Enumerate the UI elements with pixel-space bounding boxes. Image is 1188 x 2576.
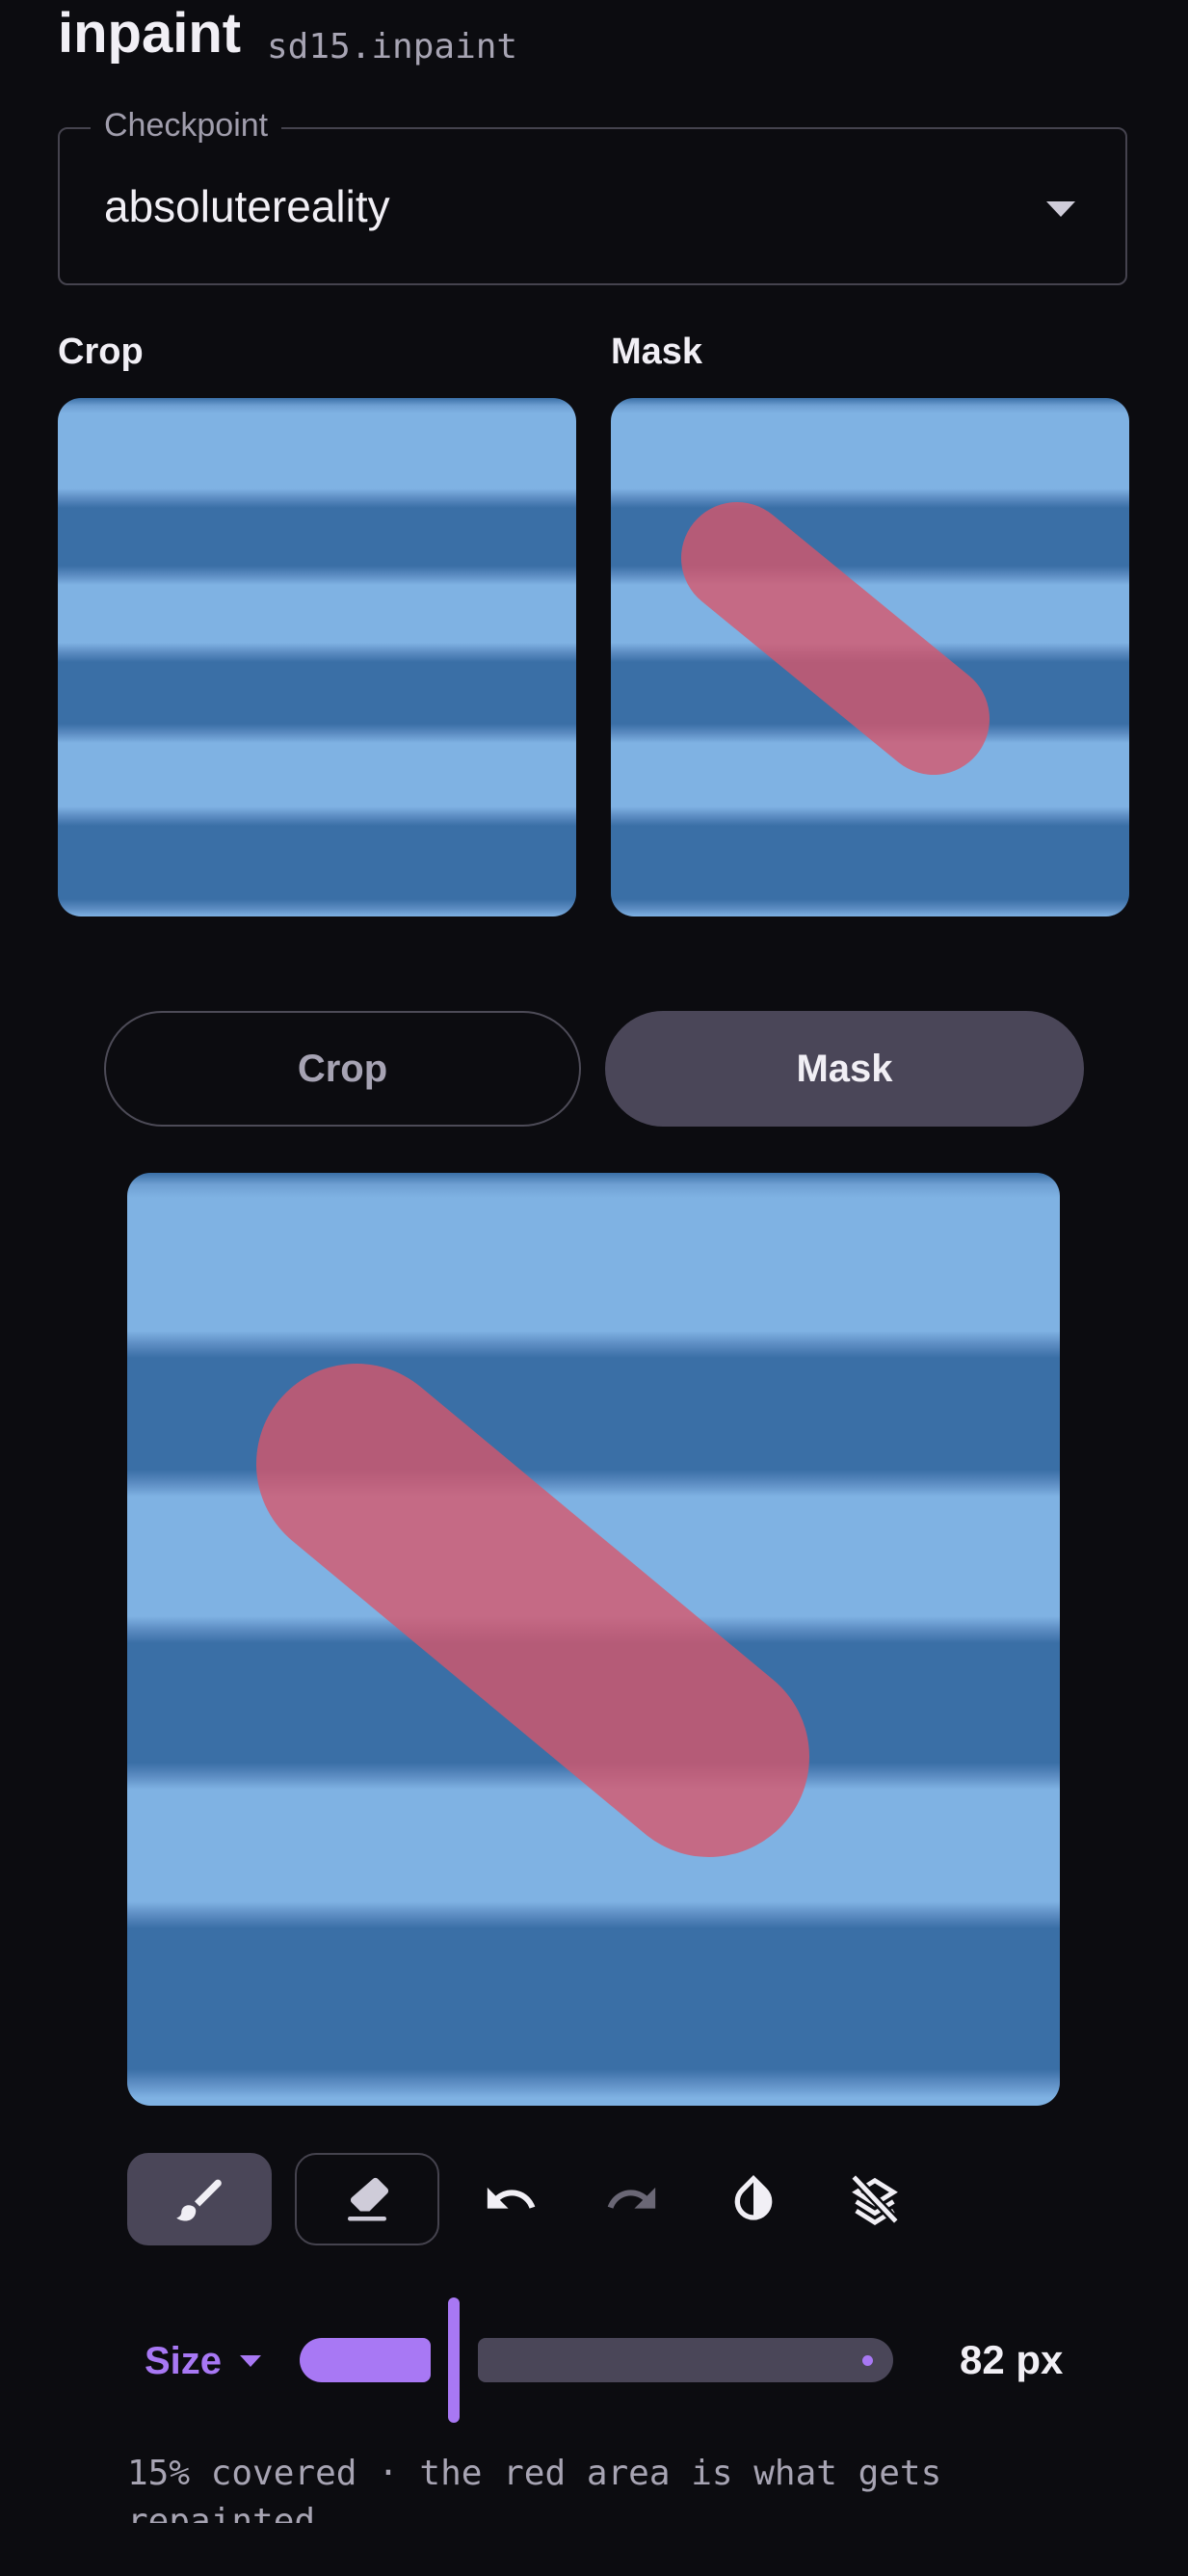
clear-mask-icon <box>850 2173 900 2226</box>
slider-track[interactable] <box>478 2338 893 2382</box>
invert-icon <box>734 2174 773 2220</box>
undo-button[interactable] <box>462 2153 559 2245</box>
redo-icon <box>607 2187 656 2209</box>
invert-mask-button[interactable] <box>705 2153 802 2245</box>
mask-preview-image <box>611 398 1129 916</box>
caret-down-icon[interactable] <box>240 2355 261 2367</box>
eraser-tool-button[interactable] <box>295 2153 439 2245</box>
slider-end-dot <box>862 2355 873 2366</box>
chevron-down-icon[interactable] <box>1046 201 1075 217</box>
slider-fill <box>300 2338 431 2382</box>
slider-handle[interactable] <box>448 2297 460 2423</box>
size-mode-dropdown[interactable]: Size <box>145 2334 222 2388</box>
checkpoint-label: Checkpoint <box>91 104 282 146</box>
checkpoint-value[interactable]: absolutereality <box>104 179 390 233</box>
coverage-note: 15% covered · the red area is what gets … <box>127 2454 963 2523</box>
mask-brush-stroke <box>256 1364 809 1857</box>
brush-size-value: 82 px <box>960 2337 1064 2382</box>
tab-mask[interactable]: Mask <box>605 1011 1084 1127</box>
brush-size-slider[interactable] <box>300 2297 893 2427</box>
crop-preview-image <box>58 398 576 916</box>
tab-crop[interactable]: Crop <box>104 1011 581 1127</box>
eraser-icon <box>348 2177 389 2221</box>
mask-canvas[interactable] <box>127 1173 1060 2106</box>
crop-preview-label: Crop <box>58 332 144 372</box>
clear-mask-button[interactable] <box>827 2153 923 2245</box>
page-title: inpaint <box>58 2 242 65</box>
redo-button[interactable] <box>584 2153 680 2245</box>
brush-tool-button[interactable] <box>127 2153 272 2245</box>
undo-icon <box>487 2187 536 2209</box>
paintbrush-icon <box>176 2179 222 2221</box>
model-id: sd15.inpaint <box>267 27 518 66</box>
mask-preview-stroke <box>681 502 990 775</box>
mask-preview-label: Mask <box>611 332 703 372</box>
